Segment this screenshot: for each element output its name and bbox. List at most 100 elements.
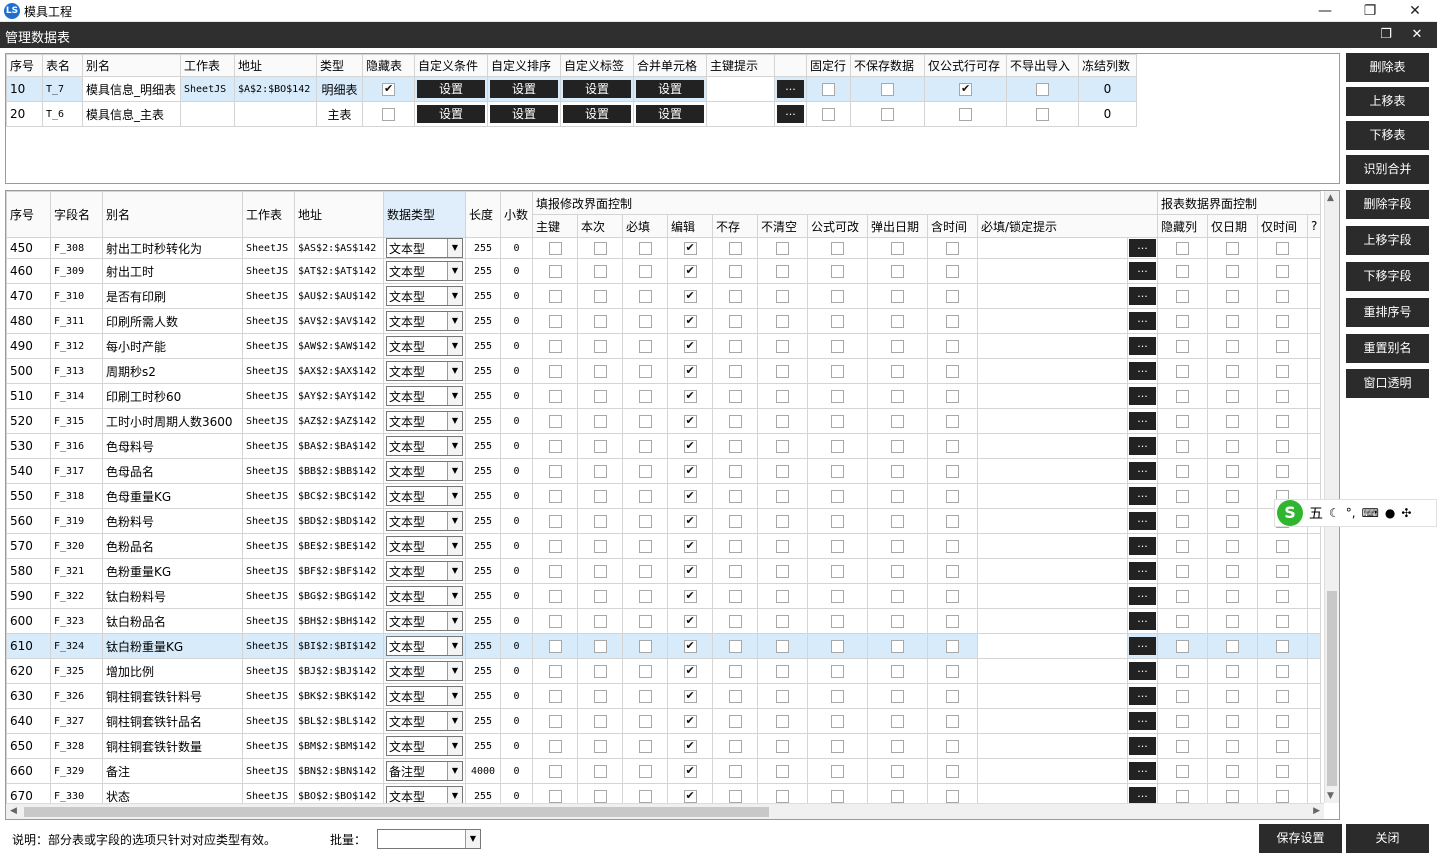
lock-hint-more-button[interactable]: ... xyxy=(1129,612,1156,630)
lock-hint-input[interactable] xyxy=(977,733,1128,759)
formula-edit-checkbox[interactable] xyxy=(831,765,844,778)
nostore-checkbox[interactable] xyxy=(728,565,742,578)
lock-hint-more-button[interactable]: ... xyxy=(1129,437,1156,455)
popup-date-checkbox[interactable] xyxy=(891,765,904,778)
table-row[interactable]: 20 T_6 模具信息_主表 主表 设置 设置 设置 设置... 0 xyxy=(6,101,1137,127)
field-row[interactable]: 630 F_326 铜柱铜套铁针料号 SheetJS $BK$2:$BK$142 文本型 ▼… xyxy=(6,683,1322,709)
decimal-cell[interactable]: 0 xyxy=(500,533,533,559)
data-type-select[interactable]: 文本型 ▼ xyxy=(386,311,463,331)
close-window-icon[interactable]: ✕ xyxy=(1395,1,1435,21)
length-cell[interactable]: 255 xyxy=(465,258,501,284)
date-only-checkbox[interactable] xyxy=(1226,265,1239,278)
key-hint-input[interactable] xyxy=(706,76,775,102)
data-type-select[interactable]: 文本型 ▼ xyxy=(386,411,463,431)
apps-icon[interactable]: ✣ xyxy=(1401,506,1411,520)
current-checkbox[interactable] xyxy=(593,340,607,353)
time-only-checkbox[interactable] xyxy=(1276,290,1289,303)
with-time-checkbox[interactable] xyxy=(946,615,959,628)
field-row[interactable]: 600 F_323 钛白粉品名 SheetJS $BH$2:$BH$142 文本型 ▼ 255… xyxy=(6,608,1322,634)
nostore-checkbox[interactable] xyxy=(728,740,742,753)
noclear-checkbox[interactable] xyxy=(776,515,789,528)
decimal-cell[interactable]: 0 xyxy=(500,683,533,709)
required-checkbox[interactable] xyxy=(638,290,652,303)
fixed-row-checkbox[interactable] xyxy=(822,108,835,121)
current-checkbox[interactable] xyxy=(593,365,607,378)
alias-cell[interactable]: 钛白粉品名 xyxy=(102,608,243,634)
hide-col-checkbox[interactable] xyxy=(1176,440,1189,453)
field-row[interactable]: 620 F_325 增加比例 SheetJS $BJ$2:$BJ$142 文本型 ▼ 255 0… xyxy=(6,658,1322,684)
popup-date-checkbox[interactable] xyxy=(891,440,904,453)
chevron-down-icon[interactable]: ▼ xyxy=(447,437,462,455)
edit-checkbox[interactable] xyxy=(683,339,697,353)
length-cell[interactable]: 255 xyxy=(465,408,501,434)
edit-checkbox[interactable] xyxy=(683,241,697,255)
lock-hint-more-button[interactable]: ... xyxy=(1129,487,1156,505)
edit-checkbox[interactable] xyxy=(683,764,697,778)
hide-col-checkbox[interactable] xyxy=(1176,340,1189,353)
current-checkbox[interactable] xyxy=(593,515,607,528)
noclear-checkbox[interactable] xyxy=(776,242,789,255)
no-export-checkbox[interactable] xyxy=(1036,83,1049,96)
popup-date-checkbox[interactable] xyxy=(891,665,904,678)
edit-checkbox[interactable] xyxy=(683,414,697,428)
with-time-checkbox[interactable] xyxy=(946,740,959,753)
hide-col-checkbox[interactable] xyxy=(1176,665,1189,678)
required-checkbox[interactable] xyxy=(638,490,652,503)
field-row[interactable]: 660F_329备注SheetJS$BN$2:$BN$142备注型▼40000.… xyxy=(6,758,1322,784)
date-only-checkbox[interactable] xyxy=(1226,690,1239,703)
field-row[interactable]: 510 F_314 印刷工时秒60 SheetJS $AY$2:$AY$142 文本型 ▼ 2… xyxy=(6,383,1322,409)
edit-checkbox[interactable] xyxy=(683,664,697,678)
close-button[interactable]: 关闭 xyxy=(1346,824,1429,853)
with-time-checkbox[interactable] xyxy=(946,665,959,678)
lock-hint-more-button[interactable]: ... xyxy=(1129,512,1156,530)
formula-only-checkbox[interactable] xyxy=(959,108,972,121)
lock-hint-input[interactable] xyxy=(977,708,1128,734)
time-only-checkbox[interactable] xyxy=(1276,440,1289,453)
date-only-checkbox[interactable] xyxy=(1226,390,1239,403)
key-checkbox[interactable] xyxy=(548,565,562,578)
lock-hint-more-button[interactable]: ... xyxy=(1129,412,1156,430)
decimal-cell[interactable]: 0 xyxy=(500,458,533,484)
with-time-checkbox[interactable] xyxy=(946,290,959,303)
decimal-cell[interactable]: 0 xyxy=(500,658,533,684)
popup-date-checkbox[interactable] xyxy=(891,615,904,628)
key-checkbox[interactable] xyxy=(548,640,562,653)
alias-cell[interactable]: 钛白粉重量KG xyxy=(102,633,243,659)
formula-edit-checkbox[interactable] xyxy=(831,365,844,378)
time-only-checkbox[interactable] xyxy=(1276,565,1289,578)
length-cell[interactable]: 255 xyxy=(465,533,501,559)
required-checkbox[interactable] xyxy=(638,540,652,553)
required-checkbox[interactable] xyxy=(638,365,652,378)
length-cell[interactable]: 255 xyxy=(465,508,501,534)
move-table-up-button[interactable]: 上移表 xyxy=(1346,87,1429,116)
popup-date-checkbox[interactable] xyxy=(891,565,904,578)
freeze-cell[interactable]: 0 xyxy=(1078,76,1137,102)
nostore-checkbox[interactable] xyxy=(728,465,742,478)
noclear-checkbox[interactable] xyxy=(776,765,789,778)
length-cell[interactable]: 255 xyxy=(465,483,501,509)
current-checkbox[interactable] xyxy=(593,715,607,728)
user-icon[interactable]: ● xyxy=(1385,506,1395,520)
with-time-checkbox[interactable] xyxy=(946,790,959,803)
decimal-cell[interactable]: 0 xyxy=(500,558,533,584)
data-type-select[interactable]: 文本型 ▼ xyxy=(386,386,463,406)
decimal-cell[interactable]: 0 xyxy=(500,237,533,259)
date-only-checkbox[interactable] xyxy=(1226,490,1239,503)
no-save-checkbox[interactable] xyxy=(881,83,894,96)
nostore-checkbox[interactable] xyxy=(728,640,742,653)
date-only-checkbox[interactable] xyxy=(1226,765,1239,778)
field-row[interactable]: 570 F_320 色粉品名 SheetJS $BE$2:$BE$142 文本型 ▼ 255 0… xyxy=(6,533,1322,559)
formula-only-checkbox[interactable] xyxy=(959,82,972,96)
noclear-checkbox[interactable] xyxy=(776,640,789,653)
key-hint-input[interactable] xyxy=(706,101,775,127)
nostore-checkbox[interactable] xyxy=(728,440,742,453)
formula-edit-checkbox[interactable] xyxy=(831,615,844,628)
required-checkbox[interactable] xyxy=(638,242,652,255)
noclear-checkbox[interactable] xyxy=(776,690,789,703)
field-row[interactable]: 460 F_309 射出工时 SheetJS $AT$2:$AT$142 文本型 ▼ 255 0… xyxy=(6,258,1322,284)
key-hint-more-button[interactable]: ... xyxy=(777,105,804,123)
nostore-checkbox[interactable] xyxy=(728,765,742,778)
required-checkbox[interactable] xyxy=(638,340,652,353)
data-type-select[interactable]: 文本型 ▼ xyxy=(386,486,463,506)
key-checkbox[interactable] xyxy=(548,440,562,453)
